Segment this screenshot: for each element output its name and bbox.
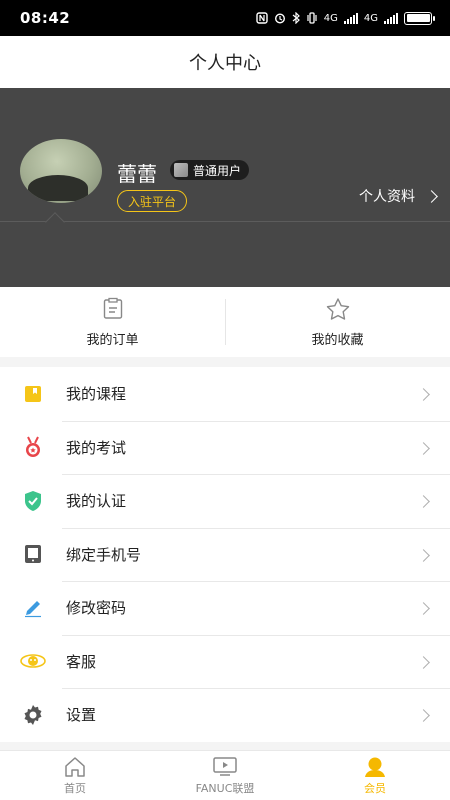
menu-item-settings-label: 设置 [66,706,97,725]
profile-info-label: 个人资料 [359,189,415,205]
status-icons: 4G 4G [256,11,435,25]
chevron-right-icon [417,655,430,669]
medal-icon [26,436,40,458]
menu-item-certification[interactable]: 我的认证 [0,474,450,528]
profile-card: 蕾蕾 普通用户 入驻平台 个人资料 [0,88,450,287]
menu-item-bind-phone[interactable]: 绑定手机号 [0,527,450,582]
battery-icon [404,11,435,25]
chevron-right-icon [417,548,430,562]
network-type-2: 4G [363,12,378,24]
menu-item-bind-phone-label: 绑定手机号 [66,545,142,564]
gear-icon [24,704,42,725]
user-level-label: 普通用户 [193,163,242,178]
menu-item-customer-service[interactable]: 客服 [0,634,450,689]
my-favorites-button[interactable]: 我的收藏 [225,287,450,357]
pencil-icon [25,600,41,617]
menu-item-customer-service-label: 客服 [66,652,97,671]
bottom-tab-bar: 首页 FANUC联盟 会员 [0,750,450,800]
profile-info-link[interactable]: 个人资料 [359,186,438,206]
nfc-icon [256,12,268,24]
page-header: 个人中心 [0,36,450,88]
tv-icon [213,756,237,776]
alarm-icon [274,13,285,24]
tablet-icon [25,545,41,564]
chevron-right-icon [425,189,438,203]
tab-member[interactable]: 会员 [300,751,450,800]
profile-divider [0,221,450,222]
tab-fanuc-alliance[interactable]: FANUC联盟 [150,751,300,800]
avatar[interactable] [20,139,102,203]
chevron-right-icon [417,495,430,509]
chevron-right-icon [417,441,430,455]
profile-divider-notch [45,212,65,232]
vibrate-icon [307,12,317,24]
chevron-right-icon [417,388,430,402]
my-orders-label: 我的订单 [86,332,139,348]
my-favorites-label: 我的收藏 [311,332,364,348]
tab-home-label: 首页 [64,781,86,795]
star-icon [326,297,349,320]
menu-item-exams-label: 我的考试 [66,438,127,457]
chevron-right-icon [417,709,430,723]
menu-item-settings[interactable]: 设置 [0,688,450,742]
page-title: 个人中心 [189,53,261,74]
menu-item-certification-label: 我的认证 [66,492,127,511]
member-icon [365,757,385,777]
shield-check-icon [25,490,41,511]
chevron-right-icon [417,602,430,616]
shortcut-row: 我的订单 我的收藏 [0,287,450,357]
tab-member-label: 会员 [364,781,386,795]
level-cube-icon [174,163,188,177]
status-time: 08:42 [20,9,71,27]
order-icon [103,297,122,319]
menu-item-courses-label: 我的课程 [66,385,127,404]
bluetooth-icon [292,12,300,24]
tab-fanuc-alliance-label: FANUC联盟 [195,781,255,795]
network-type: 4G [323,12,338,24]
user-level-badge: 普通用户 [170,160,250,180]
headset-icon [20,654,46,669]
username: 蕾蕾 [117,162,157,186]
menu-list: 我的课程 我的考试 我的认证 绑定手机号 修改密码 客服 设置 [0,367,450,742]
join-platform-button[interactable]: 入驻平台 [117,190,188,212]
menu-item-change-password[interactable]: 修改密码 [0,581,450,635]
course-icon [25,385,41,402]
menu-item-change-password-label: 修改密码 [66,599,127,618]
my-orders-button[interactable]: 我的订单 [0,287,225,357]
signal-icon-2 [384,12,398,24]
status-bar: 08:42 4G 4G [0,0,450,36]
home-icon [65,756,85,777]
signal-icon [343,12,358,24]
menu-item-exams[interactable]: 我的考试 [0,420,450,475]
menu-item-courses[interactable]: 我的课程 [0,367,450,421]
tab-home[interactable]: 首页 [0,751,150,800]
